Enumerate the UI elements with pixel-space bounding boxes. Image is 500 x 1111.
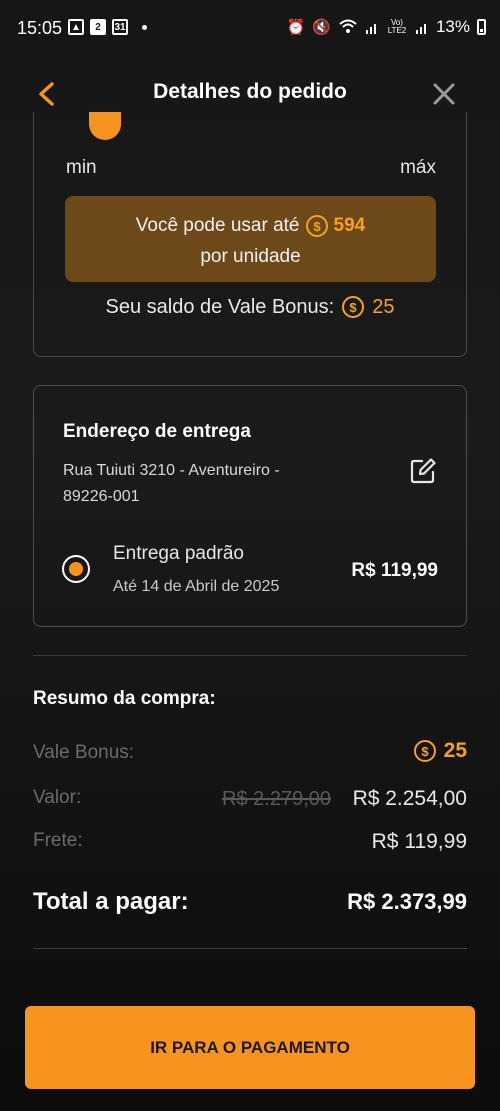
svg-text:$: $	[350, 300, 358, 315]
usage-suffix: por unidade	[200, 246, 301, 267]
svg-text:$: $	[313, 219, 321, 234]
total-label: Total a pagar:	[33, 888, 189, 915]
discounted-price: R$ 2.254,00	[352, 787, 467, 810]
more-notifications-dot	[142, 24, 147, 30]
go-to-payment-button[interactable]: IR PARA O PAGAMENTO	[25, 1006, 475, 1089]
battery-percent: 13%	[435, 17, 470, 36]
delivery-title: Endereço de entrega	[63, 421, 251, 442]
close-icon	[433, 83, 455, 105]
usage-limit-box: Você pode usar até $ 594 por unidade	[65, 196, 436, 282]
wifi-icon	[339, 19, 357, 33]
divider	[33, 655, 467, 656]
svg-text:$: $	[421, 744, 429, 759]
battery-icon	[477, 19, 486, 35]
order-details-screen: 15:05 ▲ 2 31 ⏰ 🔇 Vo) LTE2 13% Detalhes d…	[0, 0, 500, 1111]
alarm-icon: ⏰	[286, 19, 306, 36]
gallery-icon: ▲	[68, 19, 84, 35]
network-type: Vo) LTE2	[387, 18, 407, 35]
shipping-option-radio[interactable]	[62, 555, 90, 583]
divider	[33, 948, 467, 949]
bonus-balance: Seu saldo de Vale Bonus: $ 25	[34, 294, 466, 320]
bonus-value: 25	[443, 739, 467, 762]
balance-label: Seu saldo de Vale Bonus:	[105, 295, 335, 318]
bonus-value-wrap: $ 25	[412, 738, 467, 764]
signal-icon	[365, 24, 376, 34]
calendar-icon: 31	[112, 19, 128, 35]
system-icons: ⏰ 🔇 Vo) LTE2 13%	[287, 17, 486, 37]
notification-badge-icon: 2	[90, 19, 106, 35]
value-label: Valor:	[33, 787, 82, 808]
usage-amount: 594	[333, 215, 366, 236]
status-time: 15:05	[17, 18, 63, 38]
delivery-address: Rua Tuiuti 3210 - Aventureiro - 89226-00…	[63, 462, 280, 505]
bonus-label: Vale Bonus:	[33, 742, 135, 763]
total-value: R$ 2.373,99	[347, 889, 467, 914]
mute-icon: 🔇	[312, 19, 331, 36]
delivery-card: Endereço de entrega Rua Tuiuti 3210 - Av…	[33, 385, 467, 627]
usage-prefix: Você pode usar até	[135, 215, 300, 236]
shipping-label: Frete:	[33, 830, 83, 851]
status-bar: 15:05 ▲ 2 31 ⏰ 🔇 Vo) LTE2 13%	[0, 0, 500, 58]
slider-max-label: máx	[400, 157, 436, 178]
shipping-option-date: Até 14 de Abril de 2025	[113, 578, 280, 595]
notification-icons: ▲ 2 31	[68, 19, 147, 35]
summary-title: Resumo da compra:	[33, 688, 216, 709]
summary-row-value: Valor: R$ 2.279,00 R$ 2.254,00	[33, 783, 467, 813]
close-button[interactable]	[428, 78, 460, 110]
summary-row-bonus: Vale Bonus: $ 25	[33, 738, 467, 768]
shipping-value: R$ 119,99	[371, 830, 467, 853]
bonus-coin-icon: $	[413, 740, 436, 762]
original-price: R$ 2.279,00	[222, 788, 331, 810]
slider-min-label: min	[66, 157, 97, 178]
summary-row-shipping: Frete: R$ 119,99	[33, 826, 467, 856]
shipping-option-price: R$ 119,99	[351, 560, 438, 581]
edit-address-button[interactable]	[408, 456, 438, 486]
shipping-option-name: Entrega padrão	[113, 543, 244, 564]
bonus-coin-icon: $	[342, 296, 365, 318]
slider-handle[interactable]	[89, 112, 121, 140]
bonus-coin-icon: $	[305, 215, 328, 237]
page-title: Detalhes do pedido	[153, 80, 347, 103]
bonus-usage-card: min máx Você pode usar até $ 594 por uni…	[33, 112, 467, 357]
edit-icon	[410, 458, 436, 484]
balance-amount: 25	[372, 295, 395, 318]
signal-icon-2	[415, 24, 426, 34]
